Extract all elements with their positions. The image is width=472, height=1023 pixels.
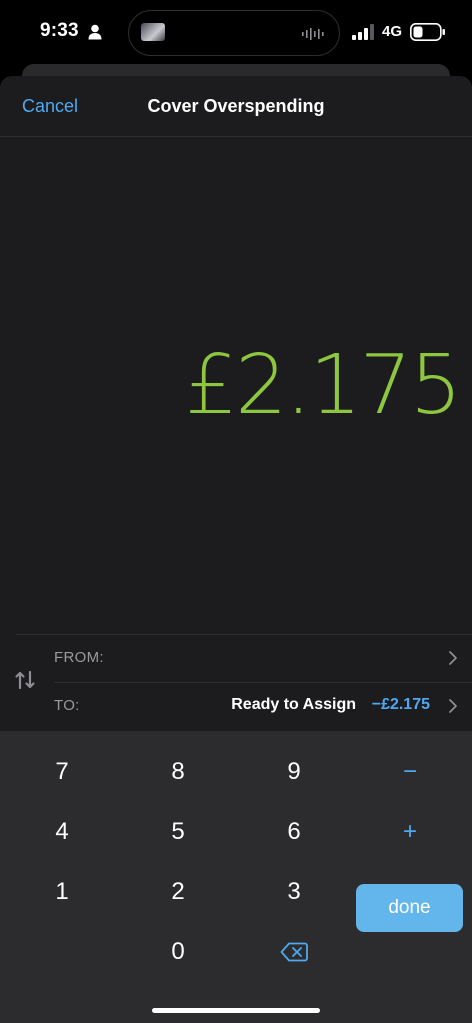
battery-icon bbox=[410, 23, 445, 41]
dynamic-island[interactable] bbox=[128, 10, 340, 56]
signal-icon bbox=[352, 24, 374, 40]
key-4[interactable]: 4 bbox=[4, 804, 120, 860]
key-6[interactable]: 6 bbox=[236, 804, 352, 860]
audio-wave-icon bbox=[302, 28, 324, 40]
backspace-button[interactable] bbox=[236, 924, 352, 980]
done-button[interactable]: done bbox=[356, 884, 463, 932]
amount-display: £2.175 bbox=[185, 338, 462, 433]
now-playing-thumbnail bbox=[141, 23, 165, 41]
to-row[interactable]: TO: Ready to Assign −£2.175 bbox=[38, 683, 472, 730]
from-row[interactable]: FROM: bbox=[38, 635, 472, 682]
key-7[interactable]: 7 bbox=[4, 744, 120, 800]
key-minus[interactable]: − bbox=[352, 744, 468, 800]
to-label: TO: bbox=[54, 697, 80, 714]
status-bar: 9:33 4G bbox=[0, 0, 472, 64]
numeric-keypad: 7 8 9 − 4 5 6 + 1 2 3 = 0 done bbox=[0, 731, 472, 1023]
page-title: Cover Overspending bbox=[147, 96, 325, 116]
key-plus[interactable]: + bbox=[352, 804, 468, 860]
key-0[interactable]: 0 bbox=[120, 924, 236, 980]
to-category: Ready to Assign bbox=[231, 696, 356, 713]
navigation-bar: Cancel Cover Overspending bbox=[0, 76, 472, 137]
from-label: FROM: bbox=[54, 649, 104, 666]
key-9[interactable]: 9 bbox=[236, 744, 352, 800]
chevron-right-icon bbox=[449, 651, 457, 665]
chevron-right-icon bbox=[449, 699, 457, 713]
key-1[interactable]: 1 bbox=[4, 864, 120, 920]
backspace-icon bbox=[280, 942, 308, 962]
key-8[interactable]: 8 bbox=[120, 744, 236, 800]
status-time: 9:33 bbox=[40, 20, 79, 41]
cover-overspending-sheet: Cancel Cover Overspending £2.175 FROM: T… bbox=[0, 76, 472, 1023]
home-indicator[interactable] bbox=[152, 1008, 320, 1013]
to-amount: −£2.175 bbox=[371, 696, 430, 713]
key-5[interactable]: 5 bbox=[120, 804, 236, 860]
swap-arrows-icon[interactable] bbox=[14, 669, 36, 691]
key-3[interactable]: 3 bbox=[236, 864, 352, 920]
network-type: 4G bbox=[382, 23, 403, 40]
person-icon bbox=[88, 24, 102, 40]
key-2[interactable]: 2 bbox=[120, 864, 236, 920]
